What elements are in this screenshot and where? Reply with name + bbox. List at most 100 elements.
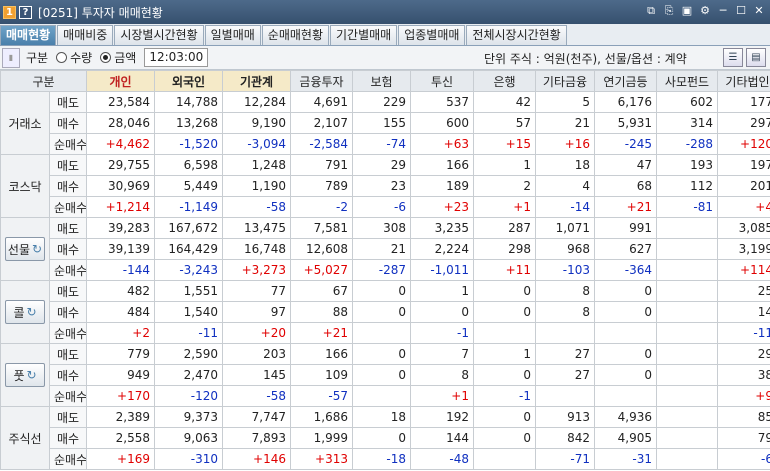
- cell: 949: [86, 364, 155, 386]
- cell: 68: [594, 175, 657, 197]
- cell: -58: [222, 385, 291, 407]
- cell: 27: [535, 364, 595, 386]
- refresh-icon: ↻: [26, 305, 37, 319]
- col-header-0[interactable]: 구분: [0, 70, 87, 92]
- col-header-9[interactable]: 연기금등: [594, 70, 657, 92]
- col-header-7[interactable]: 은행: [473, 70, 536, 92]
- cell: 4,691: [290, 91, 353, 113]
- maximize-icon[interactable]: ☐: [734, 4, 748, 18]
- settings-icon[interactable]: ⚙: [698, 4, 712, 18]
- cell: -1: [473, 385, 536, 407]
- cell: 21: [352, 238, 411, 260]
- radio-quantity[interactable]: 수량: [56, 49, 92, 66]
- cell: +3,273: [222, 259, 291, 281]
- cell: 2,224: [410, 238, 474, 260]
- tab-1[interactable]: 매매비중: [57, 25, 114, 45]
- cell: 0: [594, 343, 657, 365]
- cell: -11: [717, 322, 770, 344]
- cell: 77: [222, 280, 291, 302]
- tab-0[interactable]: 매매현황: [0, 25, 57, 45]
- col-header-11[interactable]: 기타법인: [717, 70, 770, 92]
- col-header-5[interactable]: 보험: [352, 70, 411, 92]
- radio-amount[interactable]: 금액: [100, 49, 136, 66]
- cell: 4,936: [594, 406, 657, 428]
- tab-5[interactable]: 기간별매매: [330, 25, 398, 45]
- tab-7[interactable]: 전체시장시간현황: [466, 25, 567, 45]
- chart-view-icon[interactable]: ▤: [746, 48, 766, 67]
- investor-trading-table: 구분 개인 외국인 기관계 금융투자 보험 투신 은행 기타금융 연기금등 사모펀드 기타법인 거래소…: [0, 70, 770, 471]
- cell: 23: [352, 175, 411, 197]
- cell: [656, 217, 718, 239]
- cell: [535, 385, 595, 407]
- cell: 600: [410, 112, 474, 134]
- cell: 1,071: [535, 217, 595, 239]
- cell: 30,969: [86, 175, 155, 197]
- cell: 5: [535, 91, 595, 113]
- copy-icon[interactable]: ⎘: [662, 4, 676, 18]
- cell: 913: [535, 406, 595, 428]
- group-name: 풋: [13, 368, 25, 383]
- side-panel-icon[interactable]: ▮: [2, 47, 20, 68]
- cell: -6: [352, 196, 411, 218]
- restore-icon[interactable]: ⧉: [644, 4, 658, 18]
- cell: 537: [410, 91, 474, 113]
- cell: 18: [535, 154, 595, 176]
- col-header-8[interactable]: 기타금융: [535, 70, 595, 92]
- cell: 5,931: [594, 112, 657, 134]
- cell: 57: [473, 112, 536, 134]
- cell: 13,475: [222, 217, 291, 239]
- group-4[interactable]: 풋 ↻: [0, 343, 50, 407]
- tab-4[interactable]: 순매매현황: [261, 25, 329, 45]
- cell: +4: [717, 196, 770, 218]
- group-2[interactable]: 선물 ↻: [0, 217, 50, 281]
- group-3[interactable]: 콜 ↻: [0, 280, 50, 344]
- capture-icon[interactable]: ▣: [680, 4, 694, 18]
- col-header-4[interactable]: 금융투자: [290, 70, 353, 92]
- col-header-6[interactable]: 투신: [410, 70, 474, 92]
- tab-3[interactable]: 일별매매: [204, 25, 261, 45]
- cell: 23,584: [86, 91, 155, 113]
- row-label-buy: 매수: [49, 175, 87, 197]
- cell: +170: [86, 385, 155, 407]
- col-header-1[interactable]: 개인: [86, 70, 155, 92]
- cell: -11: [154, 322, 223, 344]
- cell: 1,551: [154, 280, 223, 302]
- cell: +9: [717, 385, 770, 407]
- close-icon[interactable]: ✕: [752, 4, 766, 18]
- cell: 842: [535, 427, 595, 449]
- cell: -310: [154, 448, 223, 470]
- cell: 13,268: [154, 112, 223, 134]
- cell: -288: [656, 133, 718, 155]
- help-icon[interactable]: ?: [19, 5, 32, 19]
- grid-view-icon[interactable]: ☰: [723, 48, 743, 67]
- cell: 298: [473, 238, 536, 260]
- cell: 627: [594, 238, 657, 260]
- col-header-2[interactable]: 외국인: [154, 70, 223, 92]
- cell: 1: [410, 280, 474, 302]
- tab-6[interactable]: 업종별매매: [398, 25, 466, 45]
- cell: 0: [594, 301, 657, 323]
- cell: +169: [86, 448, 155, 470]
- cell: 29: [352, 154, 411, 176]
- cell: 7: [410, 343, 474, 365]
- tab-2[interactable]: 시장별시간현황: [114, 25, 204, 45]
- col-header-10[interactable]: 사모펀드: [656, 70, 718, 92]
- table-row: 매수2,5589,0637,8931,999014408424,90579: [1, 427, 770, 449]
- cell: [656, 448, 718, 470]
- time-input[interactable]: 12:03:00: [144, 48, 209, 67]
- cell: 193: [656, 154, 718, 176]
- cell: 4,905: [594, 427, 657, 449]
- radio-amount-label: 금액: [114, 51, 137, 65]
- cell: 38: [717, 364, 770, 386]
- table-row: 매수 39,139 164,429 16,748 12,608 21 2,224 298 968…: [1, 238, 770, 260]
- window-number-icon[interactable]: 1: [3, 5, 16, 19]
- cell: 25: [717, 280, 770, 302]
- group-5: 주식선: [0, 406, 50, 470]
- cell: -58: [222, 196, 291, 218]
- col-header-3[interactable]: 기관계: [222, 70, 291, 92]
- cell: 16,748: [222, 238, 291, 260]
- minimize-icon[interactable]: ─: [716, 4, 730, 18]
- table-row: 주식선 매도 2,389 9,373 7,747 1,686 18 192 0 913 4,936 8…: [0, 406, 770, 470]
- cell: 2: [473, 175, 536, 197]
- cell: 47: [594, 154, 657, 176]
